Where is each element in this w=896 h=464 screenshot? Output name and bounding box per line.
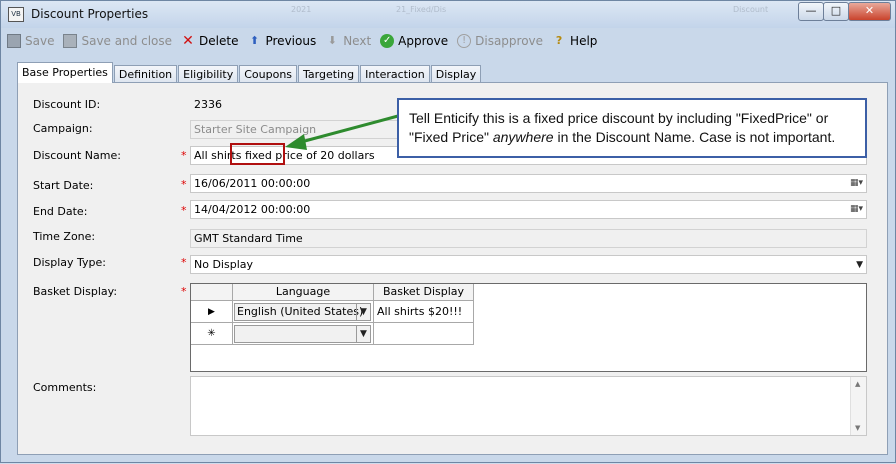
tab-base-properties[interactable]: Base Properties: [17, 62, 113, 83]
callout-arrow-line: [300, 114, 399, 144]
callout-arrow-head: [285, 134, 307, 150]
callout-emphasis: anywhere: [492, 129, 554, 145]
callout-text-b: in the Discount Name. Case is not import…: [553, 129, 836, 145]
callout-text-a: "Fixed Price": [409, 129, 493, 145]
annotation-callout: Tell Enticify this is a fixed price disc…: [397, 98, 867, 158]
callout-arrow: [285, 114, 399, 150]
callout-line-2: "Fixed Price" anywhere in the Discount N…: [409, 128, 857, 147]
discount-properties-window: VB Discount Properties 2021 21_Fixed/Dis…: [0, 0, 896, 463]
callout-line-1: Tell Enticify this is a fixed price disc…: [409, 110, 829, 126]
